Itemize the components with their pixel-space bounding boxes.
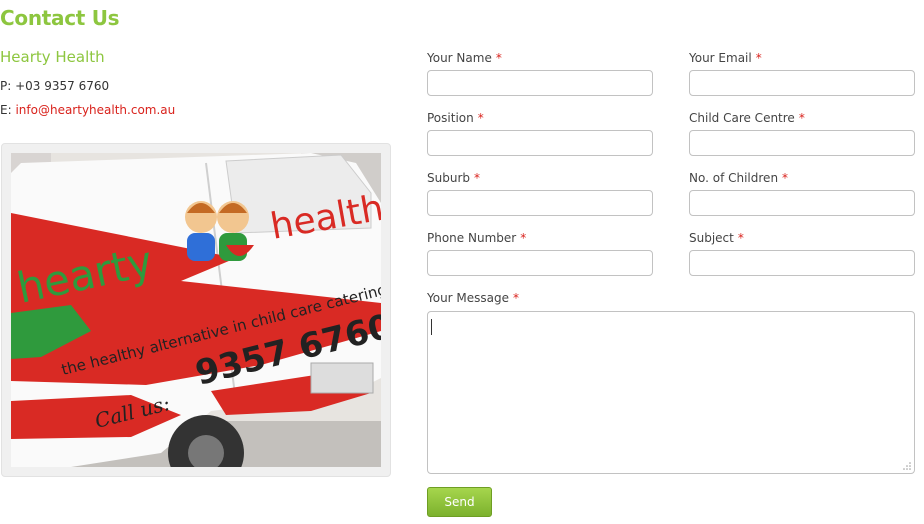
suburb-input[interactable] [427,190,653,216]
resize-grip-icon[interactable] [902,461,911,470]
required-marker: * [477,111,484,125]
position-input[interactable] [427,130,653,156]
phone-number-label-text: Phone Number [427,231,517,245]
required-marker: * [520,231,527,245]
no-of-children-label-text: No. of Children [689,171,779,185]
your-message-label-text: Your Message [427,291,510,305]
required-marker: * [474,171,480,185]
subject-label-text: Subject [689,231,734,245]
text-caret [431,319,432,335]
your-message-textarea[interactable] [427,311,915,474]
your-message-label: Your Message * [427,291,519,305]
required-marker: * [798,111,805,125]
your-name-input[interactable] [427,70,653,96]
phone-number-label: Phone Number * [427,231,526,245]
suburb-label: Suburb * [427,171,480,185]
page-title: Contact Us [0,6,120,30]
your-email-input[interactable] [689,70,915,96]
phone-label: P: [0,79,12,93]
subject-label: Subject * [689,231,744,245]
van-photo: hearty health the healthy alternative in… [11,153,381,467]
phone-line: P: +03 9357 6760 [0,79,109,93]
your-email-label-text: Your Email [689,51,752,65]
email-line: E: info@heartyhealth.com.au [0,103,175,117]
van-photo-frame: hearty health the healthy alternative in… [1,143,391,477]
suburb-label-text: Suburb [427,171,470,185]
your-email-label: Your Email * [689,51,762,65]
required-marker: * [737,231,744,245]
position-label-text: Position [427,111,474,125]
phone-number: +03 9357 6760 [15,79,110,93]
company-name: Hearty Health [0,48,105,66]
position-label: Position * [427,111,484,125]
required-marker: * [513,291,520,305]
child-care-centre-label-text: Child Care Centre [689,111,795,125]
no-of-children-input[interactable] [689,190,915,216]
required-marker: * [782,171,789,185]
required-marker: * [495,51,502,65]
child-care-centre-label: Child Care Centre * [689,111,805,125]
email-label: E: [0,103,12,117]
your-name-label: Your Name * [427,51,502,65]
no-of-children-label: No. of Children * [689,171,788,185]
phone-number-input[interactable] [427,250,653,276]
email-link[interactable]: info@heartyhealth.com.au [15,103,175,117]
your-name-label-text: Your Name [427,51,492,65]
required-marker: * [755,51,762,65]
subject-input[interactable] [689,250,915,276]
child-care-centre-input[interactable] [689,130,915,156]
send-button[interactable]: Send [427,487,492,517]
